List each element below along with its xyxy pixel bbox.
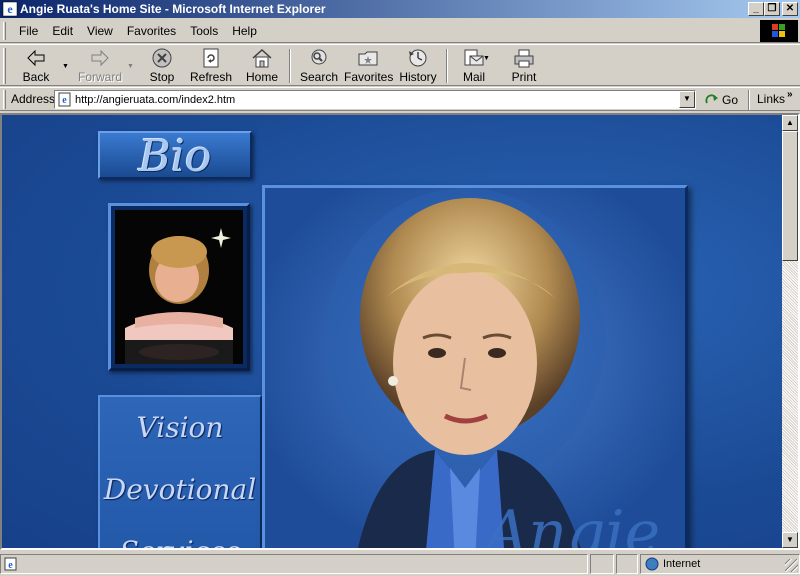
history-button[interactable]: History	[398, 47, 438, 85]
window-title: Angie Ruata's Home Site - Microsoft Inte…	[20, 2, 326, 16]
security-zone-text: Internet	[663, 558, 701, 570]
menu-grip[interactable]	[3, 22, 6, 40]
menu-view[interactable]: View	[80, 24, 120, 38]
favorites-label: Favorites	[344, 70, 394, 84]
woman-portrait-image	[265, 188, 685, 548]
scroll-thumb[interactable]	[782, 131, 798, 261]
main-portrait-frame: Angie	[262, 185, 688, 548]
bio-heading-button[interactable]: Bio	[98, 131, 252, 182]
menu-tools[interactable]: Tools	[183, 24, 225, 38]
title-bar[interactable]: e Angie Ruata's Home Site - Microsoft In…	[0, 0, 800, 18]
back-arrow-icon	[27, 49, 45, 67]
svg-text:e: e	[7, 2, 13, 16]
nav-link-devotional[interactable]: Devotional	[100, 473, 260, 506]
printer-icon	[514, 49, 534, 68]
portrait-thumbnail-frame	[108, 203, 250, 371]
home-icon	[252, 48, 272, 68]
status-bar: e Internet	[0, 552, 800, 576]
address-grip[interactable]	[3, 90, 6, 109]
vertical-scrollbar[interactable]: ▲ ▼	[782, 115, 798, 548]
windows-flag-icon	[772, 24, 785, 37]
forward-arrow-icon	[91, 49, 109, 67]
refresh-button[interactable]: Refresh	[188, 47, 234, 85]
back-button[interactable]: Back	[14, 47, 58, 85]
mail-button[interactable]: Mail	[456, 47, 492, 85]
toolbar-separator	[446, 49, 448, 83]
print-label: Print	[511, 70, 537, 84]
address-dropdown-icon[interactable]: ▼	[679, 91, 695, 108]
status-pane-empty-1	[590, 554, 614, 574]
home-label: Home	[245, 70, 278, 84]
menu-bar: File Edit View Favorites Tools Help	[0, 19, 800, 43]
address-separator	[748, 90, 750, 110]
search-button[interactable]: Search	[298, 47, 340, 85]
favorites-button[interactable]: Favorites	[344, 47, 394, 85]
menu-favorites[interactable]: Favorites	[120, 24, 183, 38]
security-zone-pane: Internet	[640, 554, 800, 574]
scroll-up-icon[interactable]: ▲	[782, 115, 798, 131]
mail-label: Mail	[462, 70, 485, 84]
refresh-icon	[203, 48, 219, 68]
standard-toolbar: Back ▼ Forward ▼ Stop Refresh Home Searc…	[0, 44, 800, 86]
address-label: Address	[11, 92, 56, 106]
menu-file[interactable]: File	[12, 24, 45, 38]
forward-dropdown-icon[interactable]: ▼	[127, 63, 134, 70]
go-button[interactable]: Go	[704, 91, 738, 109]
navigation-panel: Vision Devotional Services	[98, 395, 262, 548]
home-button[interactable]: Home	[242, 47, 282, 85]
scroll-down-icon[interactable]: ▼	[782, 532, 798, 548]
toolbar-grip[interactable]	[3, 48, 6, 84]
windows-logo-throbber	[760, 20, 798, 42]
url-input[interactable]	[75, 92, 675, 107]
bio-heading-text: Bio	[138, 131, 212, 182]
woman-portrait-thumbnail-image	[115, 210, 243, 364]
page-ie-icon: e	[58, 92, 71, 107]
nav-link-services[interactable]: Services	[100, 535, 260, 548]
stop-button[interactable]: Stop	[142, 47, 182, 85]
go-arrow-icon	[705, 94, 718, 104]
search-icon	[311, 49, 327, 65]
minimize-button[interactable]: _	[748, 2, 764, 16]
address-bar: Address e ▼ Go Links »	[0, 87, 800, 111]
address-field[interactable]: e ▼	[54, 90, 696, 109]
stop-label: Stop	[149, 70, 175, 84]
ie-logo-icon: e	[2, 1, 18, 17]
forward-label: Forward	[77, 70, 122, 84]
history-icon	[409, 49, 427, 67]
links-button[interactable]: Links	[757, 92, 785, 106]
go-label: Go	[722, 93, 739, 107]
restore-button[interactable]: ❐	[764, 2, 780, 16]
back-label: Back	[22, 70, 50, 84]
close-button[interactable]: ✕	[782, 2, 798, 16]
portrait-thumbnail	[115, 210, 243, 364]
browser-window: e Angie Ruata's Home Site - Microsoft In…	[0, 0, 800, 576]
toolbar-separator	[289, 49, 291, 83]
globe-icon	[645, 557, 659, 571]
svg-text:e: e	[62, 95, 67, 106]
web-page: Bio Vision Devotional Angie	[2, 115, 782, 548]
history-label: History	[399, 70, 437, 84]
status-pane-empty-2	[616, 554, 638, 574]
search-label: Search	[299, 70, 339, 84]
stop-icon	[152, 48, 172, 68]
status-text-pane: e	[0, 554, 588, 574]
nav-link-vision[interactable]: Vision	[100, 411, 260, 444]
content-area: Bio Vision Devotional Angie ▲ ▼	[0, 113, 800, 550]
mail-dropdown-icon[interactable]: ▼	[483, 55, 490, 62]
print-button[interactable]: Print	[506, 47, 542, 85]
forward-button[interactable]: Forward	[76, 47, 124, 85]
refresh-label: Refresh	[189, 70, 233, 84]
back-dropdown-icon[interactable]: ▼	[62, 63, 69, 70]
links-chevron-icon[interactable]: »	[787, 89, 793, 100]
signature-text: Angie	[485, 498, 661, 548]
menu-help[interactable]: Help	[225, 24, 264, 38]
svg-text:e: e	[8, 560, 13, 571]
favorites-folder-icon	[358, 51, 378, 66]
resize-grip[interactable]	[785, 559, 798, 572]
menu-edit[interactable]: Edit	[45, 24, 80, 38]
status-page-icon: e	[4, 557, 17, 571]
